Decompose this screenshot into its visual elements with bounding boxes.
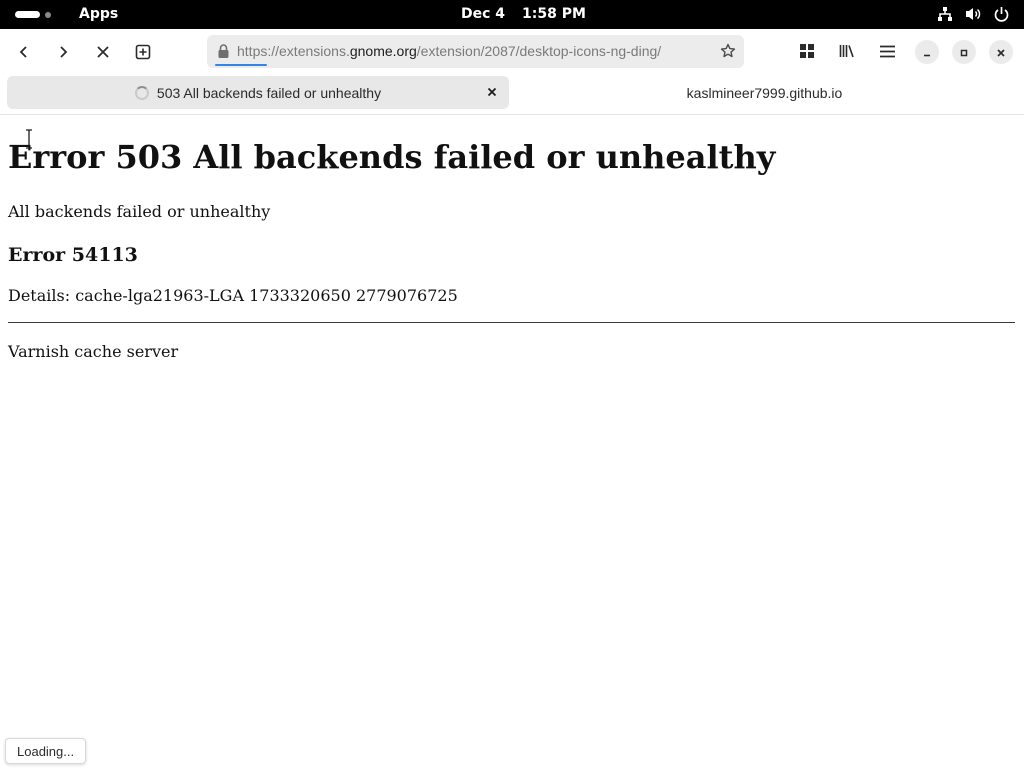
close-icon (996, 43, 1006, 62)
tab-loading-spinner-icon (134, 85, 149, 100)
text-cursor-icon (26, 129, 32, 149)
clock[interactable]: Dec 4 1:58 PM (461, 6, 586, 22)
system-top-bar: Apps Dec 4 1:58 PM (0, 0, 1024, 29)
maximize-icon (959, 43, 969, 62)
forward-button[interactable] (47, 37, 79, 67)
grid-icon (800, 43, 814, 62)
minimize-button[interactable] (915, 40, 939, 64)
error-code-heading: Error 54113 (8, 244, 138, 266)
tab-inactive[interactable]: kaslmineer7999.github.io (512, 76, 1017, 109)
library-button[interactable] (832, 37, 862, 67)
back-icon (17, 45, 31, 59)
tab-close-button[interactable] (485, 85, 499, 99)
browser-header-bar: https://extensions.gnome.org/extension/2… (0, 29, 1024, 115)
tab-title: 503 All backends failed or unhealthy (156, 84, 382, 101)
address-bar[interactable]: https://extensions.gnome.org/extension/2… (207, 35, 744, 68)
back-button[interactable] (8, 37, 40, 67)
page-load-progress (215, 64, 267, 66)
bookmark-star-icon[interactable] (720, 43, 736, 63)
divider (8, 322, 1015, 323)
menu-icon (879, 43, 895, 62)
minimize-icon (922, 43, 932, 62)
maximize-button[interactable] (952, 40, 976, 64)
tab-title: kaslmineer7999.github.io (686, 84, 843, 101)
close-tab-icon (487, 87, 497, 97)
network-icon (937, 6, 953, 22)
status-tooltip: Loading... (5, 738, 87, 764)
stop-button[interactable] (87, 37, 119, 67)
clock-time: 1:58 PM (522, 6, 586, 22)
overview-button[interactable] (792, 37, 822, 67)
library-icon (839, 43, 855, 62)
url-domain: gnome.org (349, 43, 417, 59)
page-title: Error 503 All backends failed or unhealt… (8, 138, 776, 176)
url-prefix: https://extensions. (237, 43, 350, 59)
url-path: /extension/2087/desktop-icons-ng-ding/ (416, 43, 662, 59)
main-menu-button[interactable] (872, 37, 902, 67)
stop-icon (96, 45, 110, 59)
tab-active[interactable]: 503 All backends failed or unhealthy (7, 76, 509, 109)
system-tray[interactable] (937, 6, 1009, 22)
url-text[interactable]: https://extensions.gnome.org/extension/2… (237, 43, 661, 59)
new-tab-icon (135, 44, 151, 60)
new-tab-button[interactable] (127, 37, 159, 67)
activities-indicator[interactable] (15, 11, 51, 18)
lock-icon (217, 44, 230, 63)
error-message: All backends failed or unhealthy (8, 202, 271, 221)
error-details: Details: cache-lga21963-LGA 1733320650 2… (8, 286, 458, 305)
workspace-inactive-indicator (45, 11, 51, 18)
server-signature: Varnish cache server (8, 342, 179, 361)
power-icon (994, 6, 1009, 22)
close-window-button[interactable] (989, 40, 1013, 64)
clock-date: Dec 4 (461, 6, 506, 22)
volume-icon (965, 6, 982, 22)
forward-icon (56, 45, 70, 59)
apps-menu[interactable]: Apps (79, 6, 118, 22)
web-page-content: Error 503 All backends failed or unhealt… (0, 116, 1024, 768)
workspace-active-indicator (15, 11, 40, 18)
